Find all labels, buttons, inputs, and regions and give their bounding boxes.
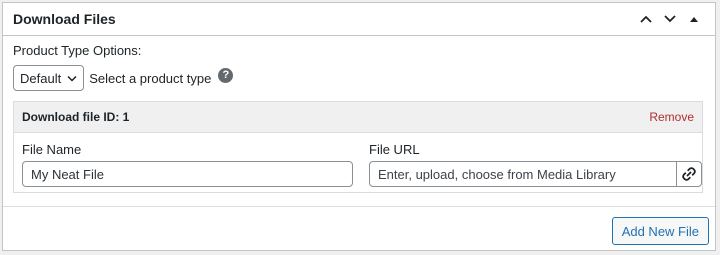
file-url-placeholder: Enter, upload, choose from Media Library — [378, 166, 616, 182]
panel-header: Download Files — [3, 3, 715, 36]
product-type-label: Product Type Options: — [13, 43, 142, 58]
chevron-down-icon — [67, 75, 77, 82]
toggle-panel-button[interactable] — [683, 8, 705, 30]
file-url-link-button[interactable] — [676, 161, 702, 187]
file-name-value: My Neat File — [31, 166, 104, 182]
download-file-header: Download file ID: 1 Remove — [14, 102, 702, 133]
panel-controls — [635, 8, 705, 30]
help-icon[interactable]: ? — [218, 67, 234, 83]
product-type-select-value: Default — [20, 70, 62, 86]
triangle-up-icon — [690, 17, 698, 22]
download-file-title: Download file ID: 1 — [22, 110, 130, 124]
panel-title: Download Files — [13, 11, 116, 27]
chevron-up-icon — [640, 15, 652, 23]
link-icon — [682, 167, 696, 181]
panel-body: Product Type Options: Default Select a p… — [3, 36, 715, 91]
remove-link[interactable]: Remove — [649, 110, 694, 124]
product-type-row: Default Select a product type ? — [13, 65, 705, 91]
download-file-box: Download file ID: 1 Remove File Name My … — [13, 101, 703, 193]
chevron-down-icon — [664, 15, 676, 23]
add-new-file-button[interactable]: Add New File — [611, 217, 709, 245]
product-type-select[interactable]: Default — [13, 65, 85, 91]
move-down-button[interactable] — [659, 8, 681, 30]
file-url-input[interactable]: Enter, upload, choose from Media Library — [369, 161, 677, 187]
panel-footer: Add New File — [3, 206, 715, 250]
file-name-label: File Name — [22, 142, 82, 157]
download-file-fields: File Name My Neat File File URL Enter, u… — [14, 133, 702, 193]
file-url-label: File URL — [369, 142, 420, 157]
product-type-hint: Select a product type — [89, 70, 212, 86]
file-name-input[interactable]: My Neat File — [22, 161, 353, 187]
move-up-button[interactable] — [635, 8, 657, 30]
download-files-panel: Download Files Product Type Options: Def… — [2, 2, 716, 251]
